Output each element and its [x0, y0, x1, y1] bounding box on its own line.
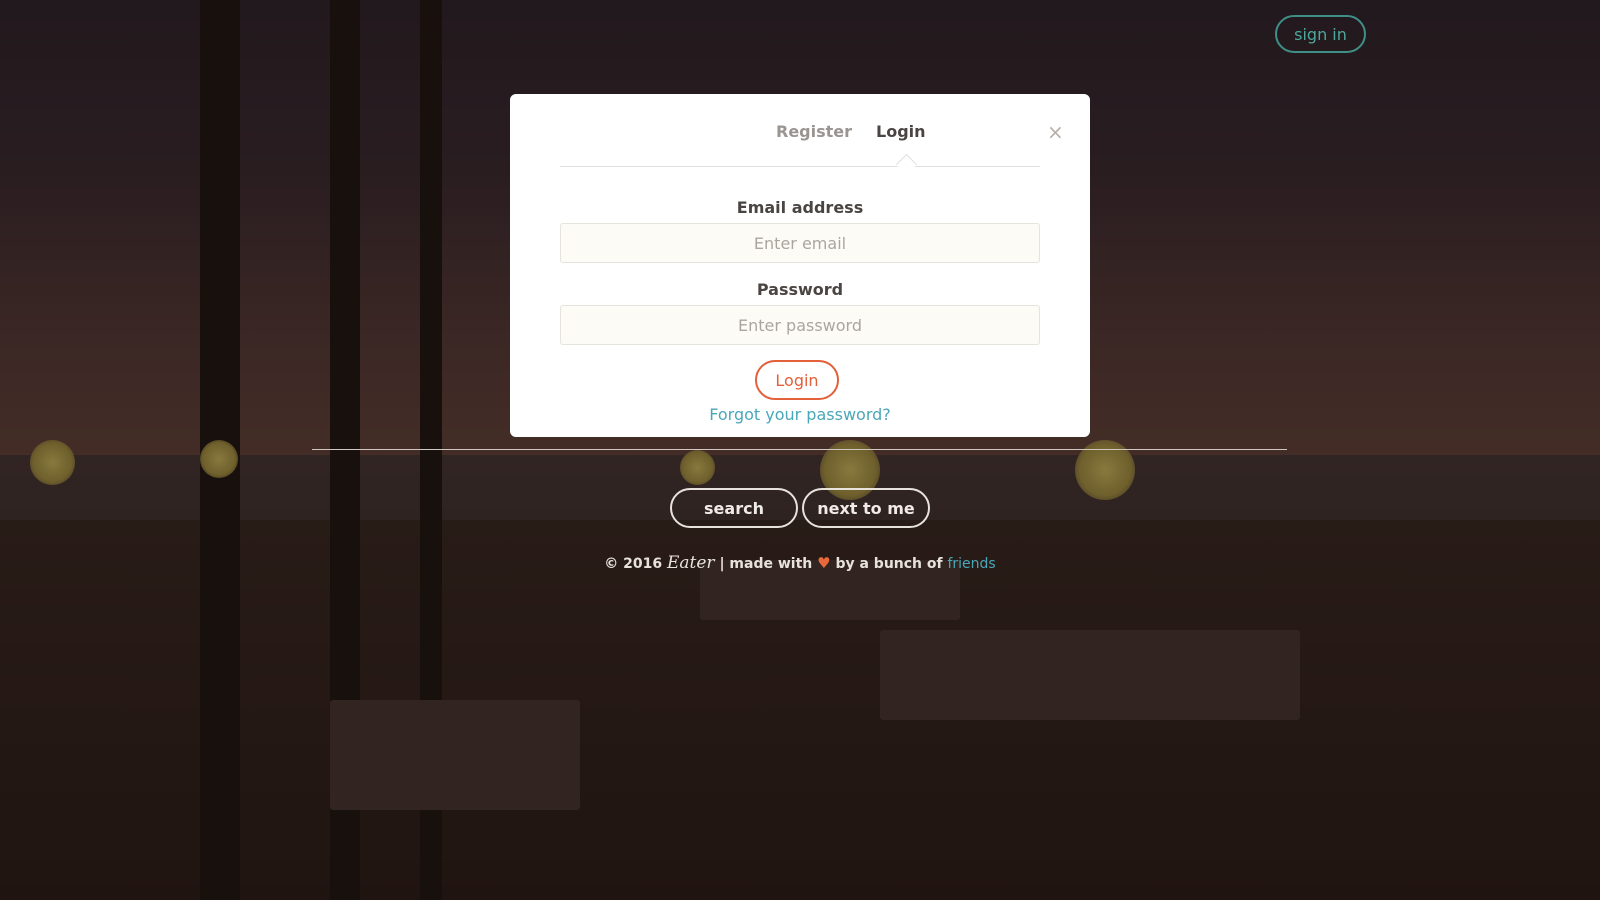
email-field[interactable] — [560, 223, 1040, 263]
search-underline — [312, 449, 1287, 450]
footer: © 2016 Eater | made with ♥ by a bunch of… — [0, 553, 1600, 573]
password-label: Password — [756, 280, 844, 299]
heart-icon: ♥ — [817, 554, 831, 572]
login-button[interactable]: Login — [755, 360, 839, 400]
sign-in-button[interactable]: sign in — [1275, 15, 1366, 53]
brand-logo: Eater — [666, 553, 715, 573]
next-to-me-button[interactable]: next to me — [802, 488, 930, 528]
modal-tabs: Register Login — [560, 94, 1040, 176]
tab-login[interactable]: Login — [876, 122, 926, 141]
active-tab-caret — [895, 153, 918, 176]
forgot-password-link[interactable]: Forgot your password? — [560, 405, 1040, 424]
by-text: by a bunch of — [835, 556, 943, 572]
tab-register[interactable]: Register — [776, 122, 852, 141]
email-label: Email address — [736, 198, 864, 217]
password-field[interactable] — [560, 305, 1040, 345]
friends-link[interactable]: friends — [947, 556, 995, 572]
close-icon[interactable]: × — [1047, 120, 1064, 144]
copyright-text: © 2016 — [604, 556, 663, 572]
search-button[interactable]: search — [670, 488, 798, 528]
made-with-text: | made with — [719, 556, 813, 572]
login-modal: Register Login × Email address Password … — [510, 94, 1090, 437]
